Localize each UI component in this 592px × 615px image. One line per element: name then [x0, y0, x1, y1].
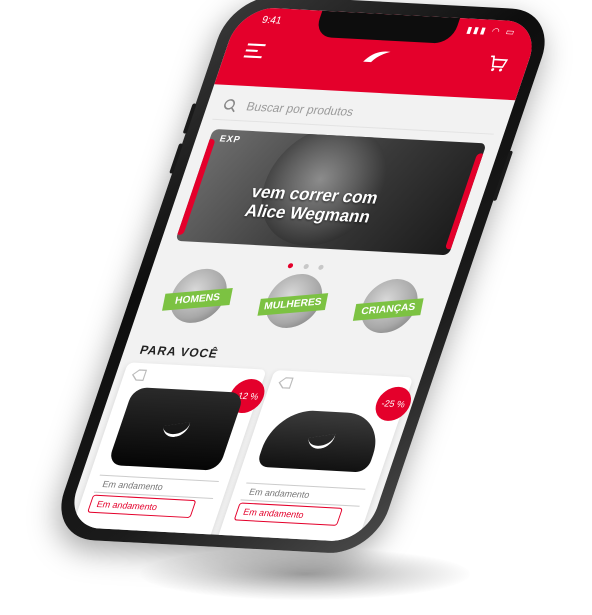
category-women[interactable]: MULHERES [248, 272, 335, 341]
search-icon [224, 99, 235, 113]
carousel-dot[interactable] [302, 263, 310, 270]
phone-floor-shadow [140, 548, 470, 600]
category-men[interactable]: HOMENS [153, 267, 240, 336]
category-kids[interactable]: CRIANÇAS [343, 277, 430, 346]
brand-logo-icon[interactable] [360, 48, 394, 67]
nike-swoosh-icon [161, 421, 190, 439]
phone-mockup: 9:41 ▮▮▮ ◠ ▭ Buscar por produtos EXP vem… [48, 0, 558, 556]
tag-icon[interactable] [130, 369, 148, 382]
shopping-cart-icon[interactable] [485, 54, 511, 73]
carousel-dot-active[interactable] [287, 263, 294, 269]
nike-swoosh-icon [306, 433, 335, 451]
status-icons: ▮▮▮ ◠ ▭ [465, 24, 519, 38]
section-title: PARA VOCÊ [137, 342, 221, 361]
order-status-button[interactable]: Em andamento [233, 502, 343, 526]
product-list: -12 % Em andamento Em andamento -25 % Em… [70, 362, 416, 543]
category-row: HOMENS MULHERES CRIANÇAS [138, 264, 447, 349]
search-input[interactable]: Buscar por produtos [245, 99, 356, 119]
product-image-shoe [255, 408, 387, 473]
banner-badge: EXP [218, 133, 243, 145]
banner-headline: vem correr com Alice Wegmann [242, 182, 380, 227]
status-time: 9:41 [260, 14, 284, 27]
carousel-dot[interactable] [317, 264, 325, 270]
promo-banner[interactable]: EXP vem correr com Alice Wegmann [175, 128, 487, 256]
app-screen: 9:41 ▮▮▮ ◠ ▭ Buscar por produtos EXP vem… [64, 6, 542, 543]
product-image-bag [107, 386, 245, 471]
tag-icon[interactable] [276, 376, 294, 389]
order-status-button[interactable]: Em andamento [87, 494, 197, 519]
hamburger-menu-icon[interactable] [243, 43, 266, 59]
